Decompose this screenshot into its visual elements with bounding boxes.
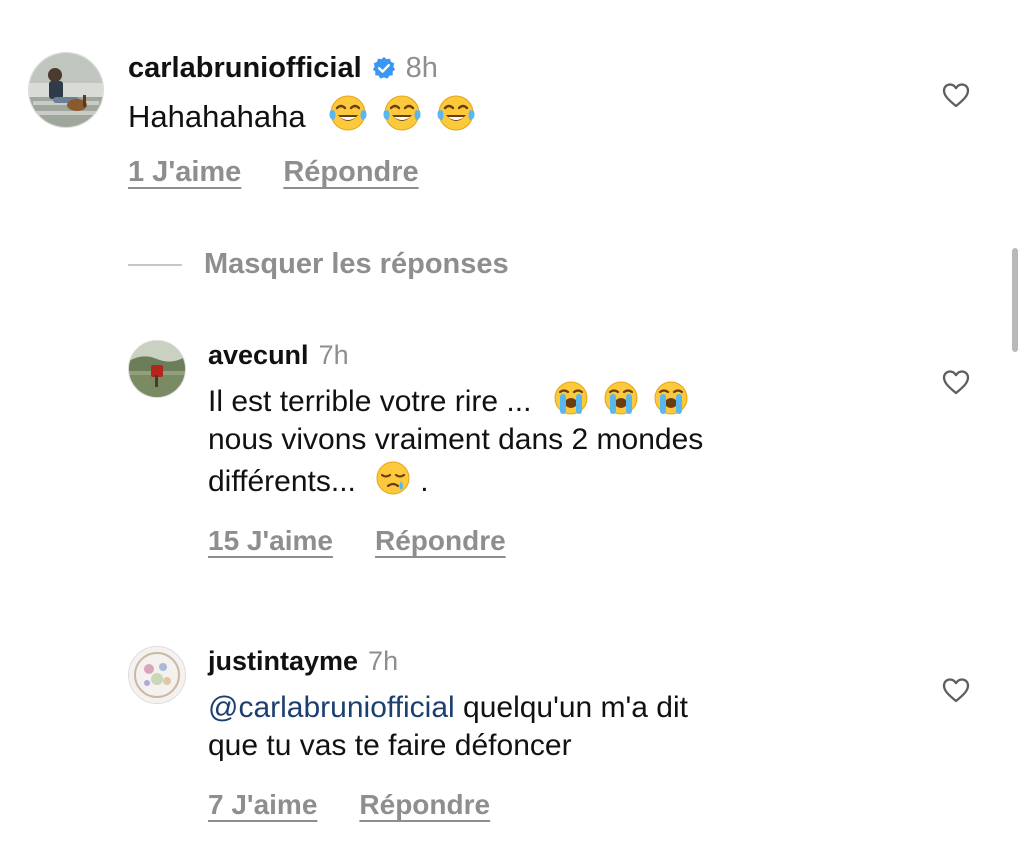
comment-text-line-2: nous vivons vraiment dans 2 mondes — [208, 423, 704, 457]
avatar[interactable] — [128, 646, 186, 704]
comment-text: @carlabruniofficial quelqu'un m'a dit qu… — [208, 689, 888, 765]
comment-text-line-1: quelqu'un m'a dit — [454, 691, 688, 724]
timestamp: 7h — [318, 340, 349, 370]
timestamp: 8h — [405, 52, 438, 84]
face-with-tears-of-joy-icon — [382, 93, 422, 133]
heart-outline-icon[interactable] — [942, 369, 970, 400]
timestamp: 7h — [368, 646, 399, 676]
face-with-tears-of-joy-icon — [436, 93, 476, 133]
comment-text-line-2: que tu vas te faire défoncer — [208, 729, 572, 763]
likes-count-link[interactable]: 1 J'aime — [128, 156, 241, 189]
hide-replies-button[interactable]: Masquer les réponses — [204, 248, 509, 281]
likes-count-link[interactable]: 15 J'aime — [208, 525, 333, 557]
reply-button[interactable]: Répondre — [283, 156, 418, 189]
verified-badge-icon — [372, 55, 396, 88]
comment-text: Hahahahaha — [128, 93, 476, 136]
comment-actions: 15 J'aime Répondre — [208, 525, 868, 557]
avatar-photo-icon — [29, 53, 103, 127]
avatar[interactable] — [28, 52, 104, 128]
comment-text-body: Hahahahaha — [128, 99, 306, 134]
hide-replies-row: Masquer les réponses — [128, 248, 509, 281]
reply-button[interactable]: Répondre — [359, 789, 490, 821]
heart-outline-icon[interactable] — [942, 82, 970, 113]
username[interactable]: justintayme — [208, 646, 358, 677]
likes-count-link[interactable]: 7 J'aime — [208, 789, 317, 821]
avatar-photo-icon — [129, 341, 185, 397]
heart-outline-icon[interactable] — [942, 677, 970, 708]
reply-button[interactable]: Répondre — [375, 525, 506, 557]
comment-text-line-1: Il est terrible votre rire ... — [208, 385, 532, 418]
face-with-tears-of-joy-icon — [328, 93, 368, 133]
sleepy-face-icon — [374, 459, 412, 497]
comment-actions: 7 J'aime Répondre — [208, 789, 888, 821]
avatar-photo-icon — [129, 647, 185, 703]
mention-link[interactable]: @carlabruniofficial — [208, 691, 455, 724]
loudly-crying-face-icon — [552, 379, 590, 417]
scrollbar[interactable] — [1012, 248, 1018, 352]
loudly-crying-face-icon — [602, 379, 640, 417]
comment-actions: 1 J'aime Répondre — [128, 156, 476, 189]
avatar[interactable] — [128, 340, 186, 398]
loudly-crying-face-icon — [652, 379, 690, 417]
divider-line — [128, 263, 182, 266]
username[interactable]: avecunl — [208, 340, 309, 371]
comment-text-line-3: différents... — [208, 465, 356, 499]
username[interactable]: carlabruniofficial — [128, 52, 362, 85]
comment-text-line-3-end: . — [420, 465, 429, 499]
comment-text: Il est terrible votre rire ... nous vivo… — [208, 379, 868, 501]
